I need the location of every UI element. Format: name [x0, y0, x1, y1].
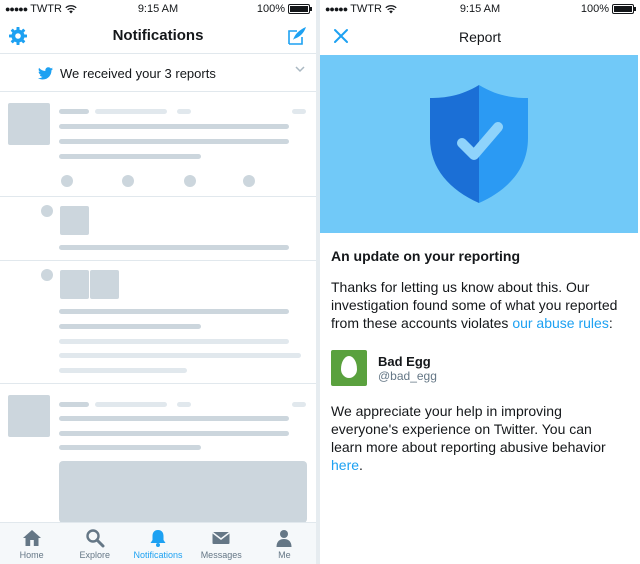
text-placeholder — [95, 402, 167, 407]
person-icon — [276, 530, 292, 547]
report-paragraph-end: : — [608, 315, 613, 331]
action-placeholder — [122, 175, 134, 187]
hero-banner — [320, 55, 638, 233]
tab-notifications[interactable]: Notifications — [126, 523, 189, 564]
text-placeholder — [59, 402, 89, 407]
notifications-screen: ●●●●● TWTR 9:15 AM 100% Notifications We … — [0, 0, 316, 564]
reported-account[interactable]: Bad Egg @bad_egg — [331, 350, 618, 386]
page-title: Notifications — [112, 27, 204, 44]
chevron-down-icon[interactable] — [294, 63, 306, 75]
loading-feed — [0, 93, 316, 523]
text-placeholder — [177, 402, 191, 407]
text-placeholder — [59, 445, 201, 450]
egg-avatar — [331, 350, 367, 386]
media-placeholder — [59, 461, 307, 523]
text-placeholder — [59, 309, 289, 314]
action-placeholder — [61, 175, 73, 187]
text-placeholder — [59, 431, 289, 436]
tab-messages[interactable]: Messages — [190, 523, 253, 564]
shield-check-icon — [430, 85, 528, 203]
battery-percent: 100% — [580, 3, 609, 15]
page-title: Report — [458, 29, 502, 45]
tab-explore-label: Explore — [79, 550, 111, 560]
divider — [0, 383, 316, 384]
account-handle: @bad_egg — [378, 368, 437, 383]
avatar-placeholder — [8, 395, 50, 437]
appreciation-text: We appreciate your help in improving eve… — [331, 403, 606, 455]
bell-icon — [150, 530, 166, 547]
text-placeholder — [59, 368, 187, 373]
envelope-icon — [212, 531, 231, 544]
text-placeholder — [59, 416, 289, 421]
text-placeholder — [59, 245, 289, 250]
reports-banner-text: We received your 3 reports — [60, 66, 216, 81]
report-heading: An update on your reporting — [331, 248, 520, 264]
text-placeholder — [59, 124, 289, 129]
battery-icon — [612, 4, 636, 14]
abuse-rules-link[interactable]: our abuse rules — [512, 315, 609, 331]
account-name: Bad Egg — [378, 353, 431, 369]
text-placeholder — [95, 109, 167, 114]
twitter-bird-icon — [38, 67, 53, 80]
tab-home[interactable]: Home — [0, 523, 63, 564]
text-placeholder — [59, 154, 201, 159]
avatar-placeholder — [60, 270, 89, 299]
home-icon — [22, 530, 41, 546]
divider — [0, 196, 316, 197]
icon-placeholder — [41, 205, 53, 217]
avatar-placeholder — [8, 103, 50, 145]
tab-messages-label: Messages — [200, 550, 242, 560]
icon-placeholder — [41, 269, 53, 281]
search-icon — [86, 529, 105, 548]
report-content: An update on your reporting Thanks for l… — [331, 248, 618, 474]
tab-explore[interactable]: Explore — [63, 523, 126, 564]
text-placeholder — [292, 109, 306, 114]
divider — [0, 260, 316, 261]
nav-bar: Report — [320, 18, 640, 54]
action-placeholder — [184, 175, 196, 187]
text-placeholder — [59, 339, 289, 344]
text-placeholder — [59, 139, 289, 144]
tab-bar: Home Explore Notifications Messages Me — [0, 522, 316, 564]
text-placeholder — [59, 109, 89, 114]
avatar-placeholder — [60, 206, 89, 235]
tab-home-label: Home — [19, 550, 44, 560]
status-bar: ●●●●● TWTR 9:15 AM 100% — [0, 0, 316, 18]
text-placeholder — [59, 324, 201, 329]
nav-bar: Notifications — [0, 18, 316, 54]
compose-icon[interactable] — [286, 25, 308, 47]
text-placeholder — [177, 109, 191, 114]
tab-me-label: Me — [278, 550, 291, 560]
text-placeholder — [59, 353, 301, 358]
status-bar: ●●●●● TWTR 9:15 AM 100% — [320, 0, 640, 18]
tab-me[interactable]: Me — [253, 523, 316, 564]
appreciation-end: . — [359, 457, 363, 473]
reports-banner[interactable]: We received your 3 reports — [0, 55, 316, 92]
battery-icon — [288, 4, 312, 14]
tab-notifications-label: Notifications — [133, 550, 183, 560]
battery-percent: 100% — [256, 3, 285, 15]
appreciation-paragraph: We appreciate your help in improving eve… — [331, 402, 618, 474]
here-link[interactable]: here — [331, 457, 359, 473]
action-placeholder — [243, 175, 255, 187]
avatar-placeholder — [90, 270, 119, 299]
text-placeholder — [292, 402, 306, 407]
report-screen: ●●●●● TWTR 9:15 AM 100% Report An update … — [320, 0, 640, 564]
report-paragraph: Thanks for letting us know about this. O… — [331, 278, 618, 332]
